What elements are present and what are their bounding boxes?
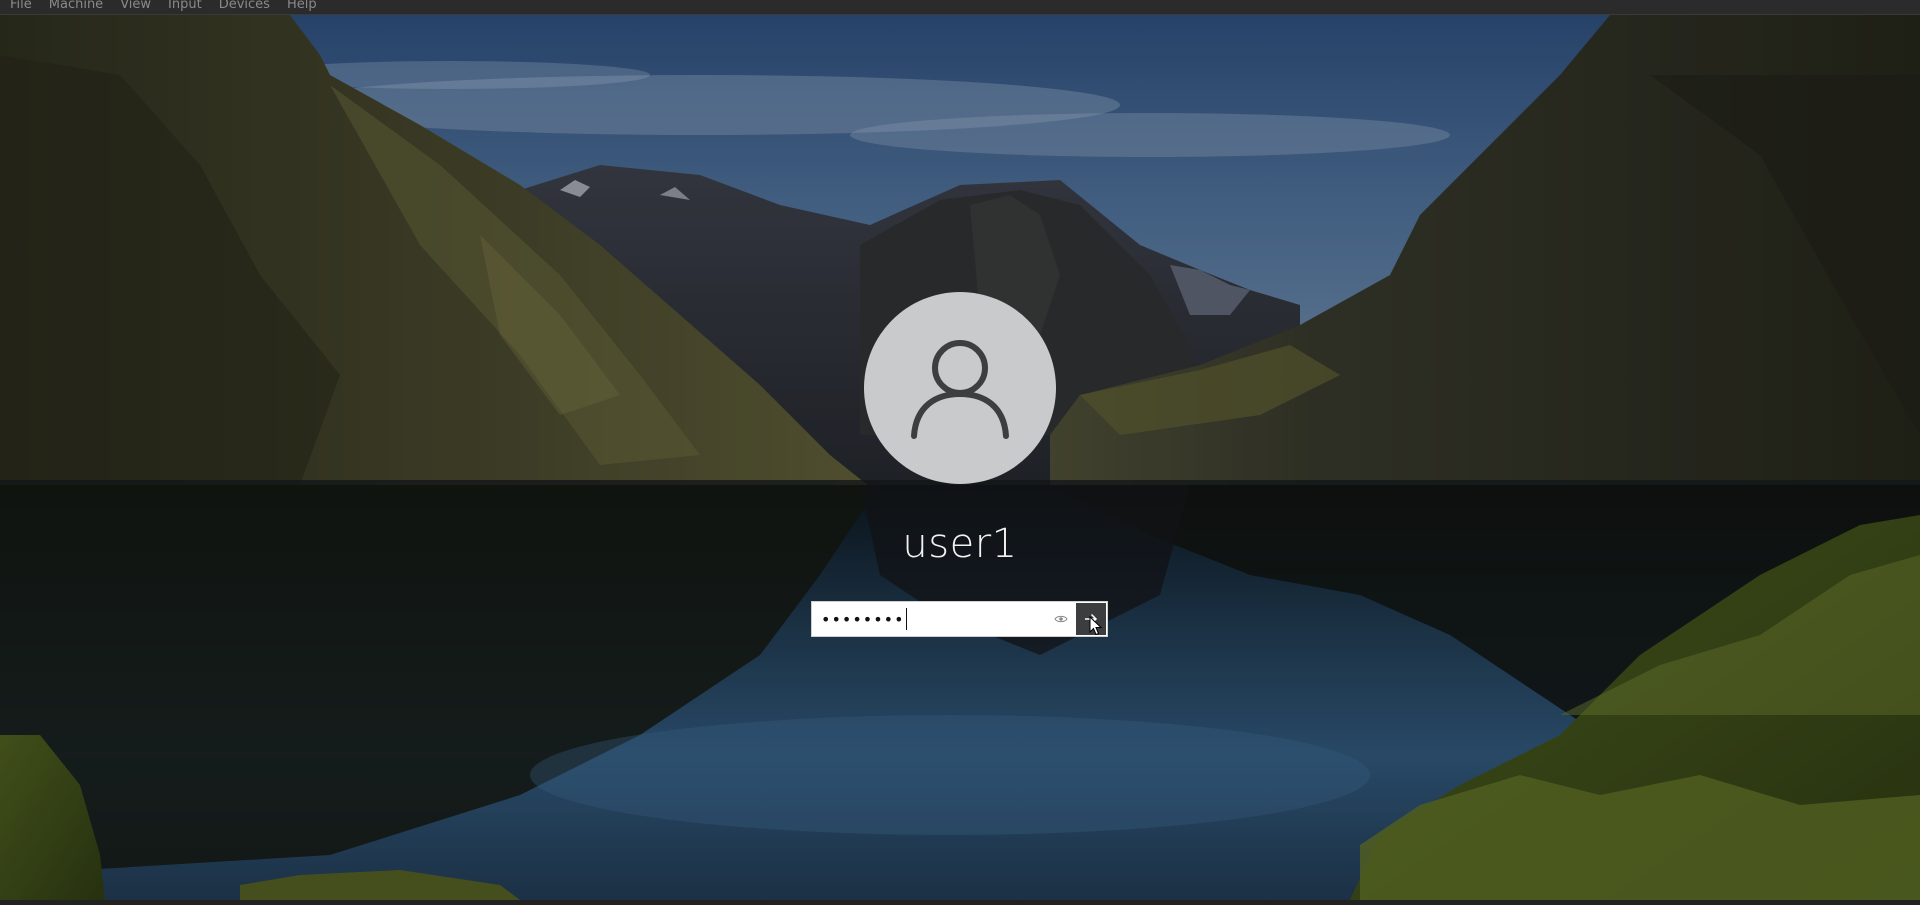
user-avatar <box>864 292 1056 484</box>
menu-help[interactable]: Help <box>287 0 317 12</box>
menu-devices[interactable]: Devices <box>219 0 270 12</box>
text-caret <box>905 608 907 630</box>
menu-file[interactable]: File <box>10 0 32 12</box>
menu-view[interactable]: View <box>120 0 151 12</box>
menu-input[interactable]: Input <box>168 0 202 12</box>
user-silhouette-icon <box>911 340 1009 439</box>
lock-screen: user1 •••••••• <box>0 15 1920 900</box>
username-label: user1 <box>902 521 1018 567</box>
vm-menubar: File Machine View Input Devices Help <box>0 0 1920 15</box>
password-field-container: •••••••• <box>811 601 1108 637</box>
reveal-password-button[interactable] <box>1049 602 1073 636</box>
vm-window: File Machine View Input Devices Help use… <box>0 0 1920 905</box>
menu-machine[interactable]: Machine <box>49 0 103 12</box>
password-input[interactable]: •••••••• <box>812 602 1049 636</box>
mouse-pointer-icon <box>1089 616 1103 636</box>
eye-icon <box>1054 615 1068 623</box>
vm-status-strip <box>0 900 1920 905</box>
password-masked-value: •••••••• <box>821 609 905 629</box>
